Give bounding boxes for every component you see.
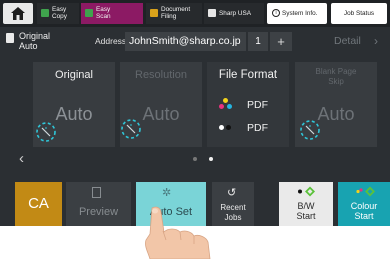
copy-icon (41, 9, 49, 17)
card-title: Resolution (135, 69, 187, 81)
page-indicator-dot-active (209, 157, 213, 161)
tab-job-status[interactable]: Job Status (331, 3, 387, 24)
tab-easy-scan[interactable]: Easy Scan (81, 3, 143, 24)
address-row: Original Auto Address JohnSmith@sharp.co… (0, 28, 390, 54)
tap-indicator-icon (300, 120, 320, 140)
file-format-label: PDF (247, 122, 268, 134)
tab-label: Easy Copy (52, 6, 67, 20)
address-count[interactable]: 1 (248, 32, 268, 51)
address-label: Address (95, 36, 127, 46)
home-button[interactable] (3, 3, 33, 24)
clear-all-button[interactable]: CA (15, 182, 62, 226)
colour-start-button[interactable]: Colour Start (338, 182, 390, 226)
scanner-panel: Easy Copy Easy Scan Document Filing Sharp U… (0, 0, 390, 226)
filing-icon (150, 9, 158, 17)
auto-set-icon: ✲ (162, 187, 172, 199)
tab-label: Easy Scan (96, 6, 111, 20)
scan-icon (85, 9, 93, 17)
preview-icon (92, 187, 101, 198)
tap-indicator-icon (36, 122, 56, 142)
original-mode-value: Auto (19, 41, 38, 51)
file-format-label: PDF (247, 99, 268, 111)
tab-document-filing[interactable]: Document Filing (146, 3, 202, 24)
detail-button[interactable]: Detail › (320, 33, 388, 50)
colour-start-label: Colour (350, 201, 378, 211)
home-icon (11, 7, 25, 20)
page-indicator-dot (193, 157, 197, 161)
colour-start-label: Start (354, 211, 374, 221)
chevron-right-icon: › (374, 34, 378, 48)
colour-dots-icon (219, 98, 233, 112)
web-icon (208, 9, 216, 17)
document-icon (6, 33, 14, 43)
file-format-bw-row: PDF (217, 120, 287, 136)
add-address-button[interactable]: + (270, 32, 292, 51)
file-format-colour-row: PDF (217, 97, 287, 113)
finger-hand-icon (145, 206, 211, 259)
tab-easy-copy[interactable]: Easy Copy (37, 3, 79, 24)
card-title: Blank Page Skip (315, 67, 357, 86)
original-mode-button[interactable]: Original Auto (5, 29, 65, 53)
bw-dots-icon (219, 121, 233, 135)
tab-label: Job Status (343, 10, 375, 17)
previous-page-arrow[interactable]: ‹ (19, 150, 24, 167)
preview-button[interactable]: Preview (66, 182, 131, 226)
history-icon: ↺ (227, 187, 237, 199)
detail-label: Detail (334, 35, 361, 47)
tab-label: Sharp USA (219, 10, 251, 17)
preview-label: Preview (78, 206, 119, 218)
card-title: File Format (218, 69, 278, 81)
tab-sharp-usa[interactable]: Sharp USA (204, 3, 264, 24)
tab-label: System Info. (282, 10, 318, 17)
tab-system-info[interactable]: i System Info. (267, 3, 327, 24)
colour-start-icon (356, 186, 375, 197)
info-icon: i (272, 9, 280, 17)
file-format-setting-card[interactable]: File Format PDF PDF (207, 62, 289, 147)
bw-start-label: Start (296, 211, 316, 221)
bw-start-button[interactable]: B/W Start (279, 182, 333, 226)
tap-indicator-icon (121, 119, 141, 139)
top-bar: Easy Copy Easy Scan Document Filing Sharp U… (0, 0, 390, 27)
original-mode-label: Original (19, 31, 51, 41)
bw-start-label: B/W (297, 201, 315, 211)
tab-label: Document Filing (161, 6, 191, 20)
address-field[interactable]: JohnSmith@sharp.co.jp (125, 32, 246, 51)
bw-start-icon (298, 186, 315, 197)
card-title: Original (55, 69, 93, 81)
